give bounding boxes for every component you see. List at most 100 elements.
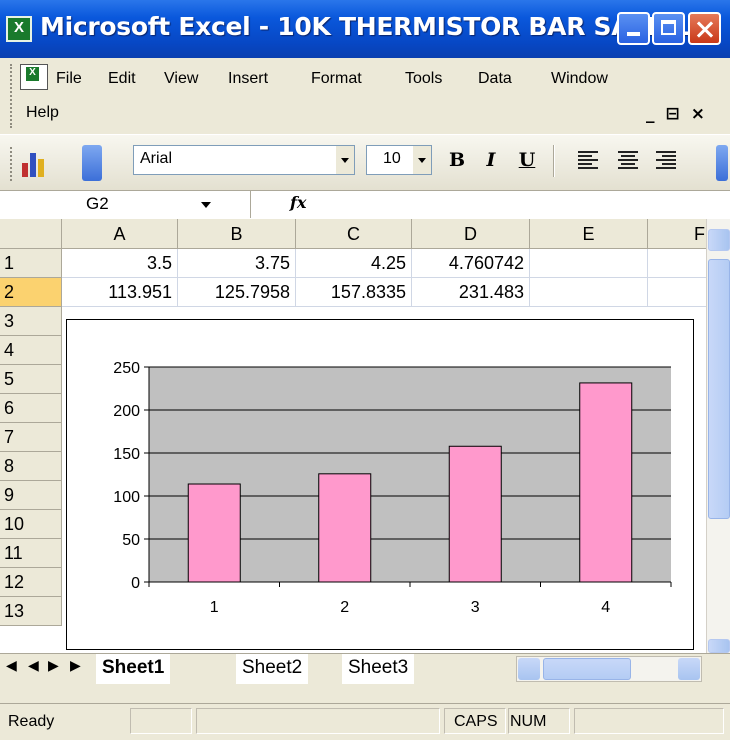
next-sheet-icon[interactable]: ▶ bbox=[48, 657, 59, 674]
bar bbox=[579, 382, 633, 583]
row-header-11[interactable]: 11 bbox=[0, 539, 62, 568]
sheet-tab-sheet1[interactable]: Sheet1 bbox=[96, 654, 171, 684]
row-header-13[interactable]: 13 bbox=[0, 597, 62, 626]
row-header-8[interactable]: 8 bbox=[0, 452, 62, 481]
scroll-right-button[interactable] bbox=[678, 658, 700, 680]
sheet-tabs-bar: ◀ ◀ ▶ ▶ Sheet1 Sheet2 Sheet3 bbox=[0, 653, 730, 710]
cell-a2[interactable]: 113.951 bbox=[62, 278, 178, 307]
name-box[interactable]: G2 bbox=[0, 191, 251, 218]
align-left-icon[interactable] bbox=[578, 149, 598, 169]
toolbar-overflow-button[interactable] bbox=[716, 145, 728, 181]
chart-wizard-icon[interactable] bbox=[20, 149, 50, 177]
menu-file[interactable]: File bbox=[56, 70, 82, 88]
window-title: Microsoft Excel - 10K THERMISTOR BAR SAM… bbox=[40, 12, 717, 41]
column-header-b[interactable]: B bbox=[178, 219, 296, 249]
chevron-down-icon[interactable] bbox=[413, 146, 431, 174]
y-tick-label: 150 bbox=[113, 446, 140, 463]
toolbar-options-button[interactable] bbox=[82, 145, 102, 181]
align-center-icon[interactable] bbox=[618, 149, 638, 169]
row-header-3[interactable]: 3 bbox=[0, 307, 62, 336]
scroll-up-button[interactable] bbox=[708, 229, 730, 251]
row-header-2[interactable]: 2 bbox=[0, 278, 62, 307]
menu-tools[interactable]: Tools bbox=[405, 70, 442, 88]
bar-chart-svg: 0 50 100 150 200 250 1 2 3 4 bbox=[113, 360, 672, 616]
menu-bar: File Edit View Insert Format Tools Data … bbox=[0, 58, 730, 134]
sheet-tab-sheet3[interactable]: Sheet3 bbox=[342, 654, 415, 684]
horizontal-scrollbar[interactable] bbox=[516, 656, 702, 682]
row-header-5[interactable]: 5 bbox=[0, 365, 62, 394]
row-header-6[interactable]: 6 bbox=[0, 394, 62, 423]
scroll-left-button[interactable] bbox=[518, 658, 540, 680]
last-sheet-icon[interactable]: ▶ bbox=[70, 657, 81, 674]
x-tick-label: 2 bbox=[340, 599, 349, 616]
column-header-f[interactable]: F bbox=[648, 219, 706, 249]
vertical-scroll-thumb[interactable] bbox=[708, 259, 730, 519]
status-ready: Ready bbox=[8, 713, 55, 730]
font-name-select[interactable]: Arial bbox=[133, 145, 355, 175]
menu-data[interactable]: Data bbox=[478, 70, 512, 88]
row-header-7[interactable]: 7 bbox=[0, 423, 62, 452]
font-size-select[interactable]: 10 bbox=[366, 145, 432, 175]
maximize-button[interactable] bbox=[652, 12, 685, 45]
cell-d1[interactable]: 4.760742 bbox=[412, 249, 530, 278]
y-tick-label: 50 bbox=[122, 532, 140, 549]
close-button[interactable] bbox=[688, 12, 721, 45]
row-header-9[interactable]: 9 bbox=[0, 481, 62, 510]
insert-function-icon[interactable]: fx bbox=[290, 193, 306, 212]
cell-c1[interactable]: 4.25 bbox=[296, 249, 412, 278]
cell-c2[interactable]: 157.8335 bbox=[296, 278, 412, 307]
sheet-tab-sheet2[interactable]: Sheet2 bbox=[236, 654, 309, 684]
select-all-corner[interactable] bbox=[0, 219, 62, 249]
cell-b1[interactable]: 3.75 bbox=[178, 249, 296, 278]
chevron-down-icon[interactable] bbox=[201, 202, 211, 208]
cell-e2[interactable] bbox=[530, 278, 648, 307]
row-header-12[interactable]: 12 bbox=[0, 568, 62, 597]
align-right-icon[interactable] bbox=[656, 149, 676, 169]
cell-b2[interactable]: 125.7958 bbox=[178, 278, 296, 307]
y-tick-label: 0 bbox=[131, 575, 140, 592]
bar bbox=[448, 445, 502, 583]
name-box-value: G2 bbox=[86, 194, 109, 213]
underline-button[interactable]: U bbox=[512, 145, 542, 175]
cell-e1[interactable] bbox=[530, 249, 648, 278]
x-tick-label: 3 bbox=[471, 599, 480, 616]
cell-d2[interactable]: 231.483 bbox=[412, 278, 530, 307]
menu-help[interactable]: Help bbox=[26, 104, 59, 122]
menu-format[interactable]: Format bbox=[311, 70, 362, 88]
minimize-button[interactable] bbox=[617, 12, 650, 45]
column-header-d[interactable]: D bbox=[412, 219, 530, 249]
row-header-10[interactable]: 10 bbox=[0, 510, 62, 539]
mdi-controls[interactable]: _⊟× bbox=[646, 104, 716, 124]
column-header-e[interactable]: E bbox=[530, 219, 648, 249]
prev-sheet-icon[interactable]: ◀ bbox=[28, 657, 39, 674]
status-bar: Ready CAPS NUM bbox=[0, 703, 730, 740]
formula-bar: G2 fx bbox=[0, 190, 730, 220]
horizontal-scroll-thumb[interactable] bbox=[543, 658, 631, 680]
cell-f1[interactable] bbox=[648, 249, 706, 278]
menu-insert[interactable]: Insert bbox=[228, 70, 268, 88]
row-header-4[interactable]: 4 bbox=[0, 336, 62, 365]
column-header-c[interactable]: C bbox=[296, 219, 412, 249]
cell-a1[interactable]: 3.5 bbox=[62, 249, 178, 278]
formatting-toolbar: Arial 10 B I U bbox=[0, 134, 730, 191]
row-header-1[interactable]: 1 bbox=[0, 249, 62, 278]
status-caps: CAPS bbox=[454, 713, 498, 730]
excel-app-icon[interactable] bbox=[6, 16, 32, 42]
toolbar-grip[interactable] bbox=[10, 147, 15, 181]
menu-view[interactable]: View bbox=[164, 70, 198, 88]
embedded-chart[interactable]: 0 50 100 150 200 250 1 2 3 4 bbox=[66, 319, 694, 650]
cell-f2[interactable] bbox=[648, 278, 706, 307]
chevron-down-icon[interactable] bbox=[336, 146, 354, 174]
status-pane bbox=[130, 708, 192, 734]
y-tick-label: 200 bbox=[113, 403, 140, 420]
menu-grip[interactable] bbox=[10, 64, 15, 128]
column-header-a[interactable]: A bbox=[62, 219, 178, 249]
menu-window[interactable]: Window bbox=[551, 70, 608, 88]
bold-button[interactable]: B bbox=[442, 145, 472, 175]
vertical-scrollbar[interactable] bbox=[706, 219, 730, 653]
first-sheet-icon[interactable]: ◀ bbox=[6, 657, 17, 674]
workbook-icon[interactable] bbox=[20, 64, 48, 90]
menu-edit[interactable]: Edit bbox=[108, 70, 136, 88]
scroll-down-button[interactable] bbox=[708, 639, 730, 653]
italic-button[interactable]: I bbox=[476, 145, 506, 175]
